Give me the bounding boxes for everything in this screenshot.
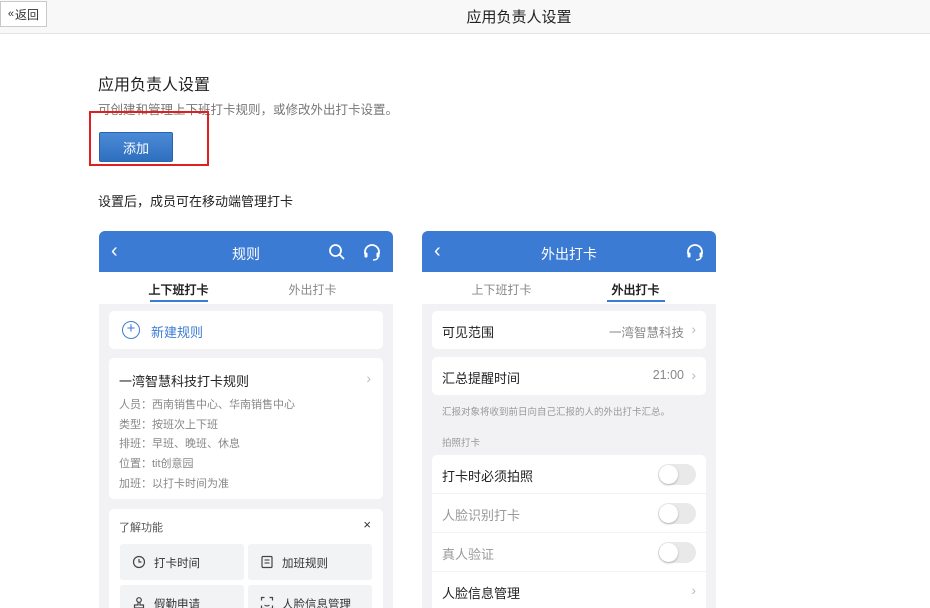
toggle-row-liveness: 真人验证 — [432, 533, 706, 571]
headset-icon[interactable] — [362, 242, 382, 262]
clock-icon — [132, 555, 146, 569]
rule-detail-overtime: 加班：以打卡时间为准 — [119, 478, 229, 490]
feature-label: 人脸信息管理 — [282, 599, 351, 608]
chevron-right-icon: › — [366, 370, 371, 386]
rule-card[interactable]: 一湾智慧科技打卡规则 › 人员：西南销售中心、华南销售中心 类型：按班次上下班 … — [109, 358, 383, 499]
phone-tabs: 上下班打卡 外出打卡 — [422, 272, 716, 304]
toggle-label: 人脸识别打卡 — [442, 508, 521, 523]
rule-detail-schedule: 排班：早班、晚班、休息 — [119, 438, 240, 450]
feature-leave-request[interactable]: 假勤申请 — [120, 585, 244, 608]
toggle-row-face-recognition: 人脸识别打卡 — [432, 494, 706, 532]
rules-phone-mockup: ‹ 规则 上下班打卡 外出打卡 + 新建规则 一湾智慧科技打卡规则 › 人员：西… — [99, 231, 393, 608]
section-title: 应用负责人设置 — [98, 77, 211, 94]
headset-icon[interactable] — [685, 242, 705, 262]
face-scan-icon — [260, 596, 274, 608]
add-button[interactable]: 添加 — [99, 132, 173, 162]
photo-required-toggle[interactable] — [658, 464, 696, 485]
phone-title: 规则 — [232, 246, 260, 262]
summary-time-value: 21:00 — [652, 368, 684, 382]
feature-label: 打卡时间 — [154, 558, 200, 570]
chevron-right-icon: › — [691, 367, 696, 383]
features-card: 了解功能 × 打卡时间 加班规则 假勤申请 人脸信息管理 — [109, 509, 383, 608]
phone-title: 外出打卡 — [541, 246, 597, 262]
phone-header: ‹ 外出打卡 — [422, 231, 716, 272]
close-icon[interactable]: × — [363, 517, 371, 532]
tab-outing-clockin[interactable]: 外出打卡 — [239, 281, 386, 298]
summary-time-row[interactable]: 汇总提醒时间 21:00 › — [432, 357, 706, 395]
chevron-right-icon: › — [691, 582, 696, 598]
face-manage-row[interactable]: 人脸信息管理 › — [432, 572, 706, 608]
mobile-hint: 设置后，成员可在移动端管理打卡 — [98, 194, 294, 209]
search-icon[interactable] — [327, 242, 347, 262]
rule-detail-type: 类型：按班次上下班 — [119, 419, 218, 431]
feature-face-info[interactable]: 人脸信息管理 — [248, 585, 372, 608]
active-tab-indicator — [150, 300, 208, 302]
tab-outing-clockin[interactable]: 外出打卡 — [562, 281, 709, 298]
rule-detail-location: 位置：tit创意园 — [119, 458, 194, 470]
phone-tabs: 上下班打卡 外出打卡 — [99, 272, 393, 304]
outing-phone-mockup: ‹ 外出打卡 上下班打卡 外出打卡 可见范围 一湾智慧科技 › 汇总提醒时间 2… — [422, 231, 716, 608]
toggle-label: 打卡时必须拍照 — [442, 469, 534, 484]
rule-detail-members: 人员：西南销售中心、华南销售中心 — [119, 399, 295, 411]
feature-label: 假勤申请 — [154, 599, 200, 608]
chevron-right-icon: › — [691, 321, 696, 337]
rule-name: 一湾智慧科技打卡规则 — [119, 374, 250, 389]
visible-range-row[interactable]: 可见范围 一湾智慧科技 › — [432, 311, 706, 349]
summary-note: 汇报对象将收到前日向自己汇报的人的外出打卡汇总。 — [442, 407, 671, 418]
photo-section-label: 拍照打卡 — [442, 438, 481, 449]
tab-commute-clockin[interactable]: 上下班打卡 — [105, 281, 252, 298]
face-manage-label: 人脸信息管理 — [442, 586, 521, 601]
plus-circle-icon: + — [122, 321, 140, 339]
document-icon — [261, 555, 273, 569]
new-rule-label: 新建规则 — [151, 325, 204, 340]
page-title: 应用负责人设置 — [466, 9, 572, 26]
stamp-icon — [133, 597, 145, 608]
active-tab-indicator — [607, 300, 665, 302]
new-rule-button[interactable]: + 新建规则 — [109, 311, 383, 349]
feature-clockin-time[interactable]: 打卡时间 — [120, 544, 244, 580]
summary-time-label: 汇总提醒时间 — [442, 371, 521, 386]
toggle-label: 真人验证 — [442, 547, 495, 562]
toggle-row-photo-required: 打卡时必须拍照 — [432, 455, 706, 493]
feature-label: 加班规则 — [282, 558, 328, 570]
liveness-toggle[interactable] — [658, 542, 696, 563]
features-title: 了解功能 — [119, 522, 163, 534]
visible-range-label: 可见范围 — [442, 325, 495, 340]
top-bar: « 返回 应用负责人设置 — [0, 0, 930, 34]
feature-overtime-rules[interactable]: 加班规则 — [248, 544, 372, 580]
face-recognition-toggle[interactable] — [658, 503, 696, 524]
tab-commute-clockin[interactable]: 上下班打卡 — [428, 281, 575, 298]
visible-range-value: 一湾智慧科技 — [608, 326, 684, 340]
phone-header: ‹ 规则 — [99, 231, 393, 272]
